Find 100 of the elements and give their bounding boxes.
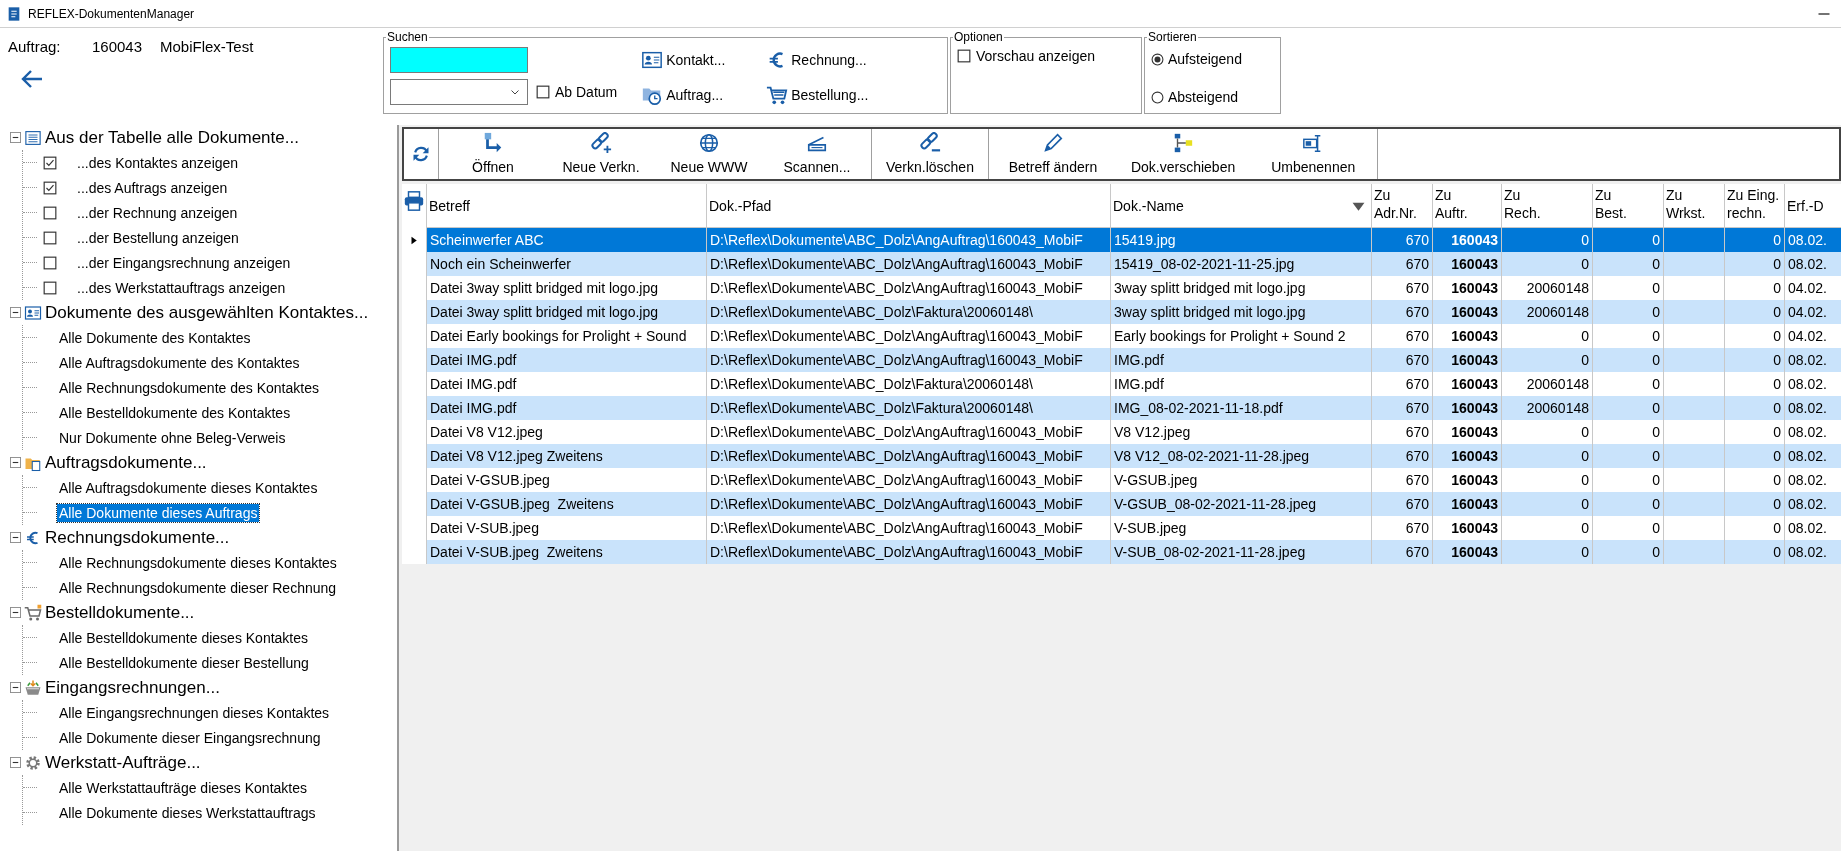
tree-item[interactable]: ...der Bestellung anzeigen xyxy=(75,228,241,247)
toolbar-button[interactable]: Dok.verschieben xyxy=(1116,129,1250,179)
tree-item[interactable]: Alle Dokumente des Kontaktes xyxy=(57,328,253,347)
tree-item[interactable]: Nur Dokumente ohne Beleg-Verweis xyxy=(57,428,288,447)
toolbar-button[interactable]: Neue WWW xyxy=(655,129,763,179)
collapse-icon[interactable] xyxy=(10,682,21,693)
toolbar-button[interactable]: Betreff ändern xyxy=(988,129,1117,179)
tree-item[interactable]: Alle Bestelldokumente dieser Bestellung xyxy=(57,653,311,672)
collapse-icon[interactable] xyxy=(10,307,21,318)
tree-item[interactable]: Alle Dokumente dieses Auftrags xyxy=(57,503,260,522)
radio-button[interactable] xyxy=(1151,52,1164,66)
radio-label: Absteigend xyxy=(1168,89,1239,105)
table-row[interactable]: Datei IMG.pdf D:\Reflex\Dokumente\ABC_Dolz\Faktura\20060148\ IMG_08-02-2021-11-18.pdf 670 160043 20060148 0 0 08.02. xyxy=(402,396,1841,420)
refresh-icon xyxy=(411,144,431,164)
column-header[interactable]: Dok.-Pfad xyxy=(707,184,1111,228)
tree-item[interactable]: Alle Dokumente dieses Werkstattauftrags xyxy=(57,803,318,822)
basket-icon xyxy=(24,678,42,697)
column-header[interactable]: Zu Auftr. xyxy=(1433,184,1502,228)
checkbox[interactable] xyxy=(43,155,57,170)
table-row[interactable]: Scheinwerfer ABC D:\Reflex\Dokumente\ABC_Dolz\AngAuftrag\160043_MobiF 15419.jpg 670 160043 0 0 0 08.02. xyxy=(402,228,1841,252)
toolbar-button[interactable]: Neue Verkn. xyxy=(547,129,655,179)
tree-item[interactable]: Alle Rechnungsdokumente dieser Rechnung xyxy=(57,578,339,597)
tree-move-icon xyxy=(1172,132,1195,154)
table-row[interactable]: Datei Early bookings for Prolight + Sound D:\Reflex\Dokumente\ABC_Dolz\AngAuftrag\160043_MobiF Early bookings for Prolight + Sound 2 670 160043 0 0 0 04.02. xyxy=(402,324,1841,348)
tree-item[interactable]: Alle Eingangsrechnungen dieses Kontaktes xyxy=(57,703,332,722)
column-header[interactable]: Zu Wrkst. xyxy=(1664,184,1725,228)
tree-node[interactable]: Werkstatt-Aufträge... xyxy=(45,752,201,773)
column-header[interactable]: Betreff xyxy=(427,184,707,228)
checkbox[interactable] xyxy=(43,205,57,220)
cart-icon xyxy=(24,603,42,622)
tree-item[interactable]: ...des Kontaktes anzeigen xyxy=(75,153,241,172)
table-row[interactable]: Datei V8 V12.jpeg Zweitens D:\Reflex\Dokumente\ABC_Dolz\AngAuftrag\160043_MobiF V8 V12_08-02-2021-11-28.jpeg 670 160043 0 0 0 08.02. xyxy=(402,444,1841,468)
checkbox[interactable] xyxy=(536,85,550,99)
checkbox[interactable] xyxy=(43,280,57,295)
tree-node[interactable]: Eingangsrechnungen... xyxy=(45,677,220,698)
tree-item[interactable]: Alle Bestelldokumente des Kontaktes xyxy=(57,403,293,422)
column-header[interactable]: Zu Adr.Nr. xyxy=(1372,184,1433,228)
cart-icon xyxy=(766,84,789,107)
table-row[interactable]: Datei IMG.pdf D:\Reflex\Dokumente\ABC_Dolz\Faktura\20060148\ IMG.pdf 670 160043 20060148 0 0 08.02. xyxy=(402,372,1841,396)
tree-node[interactable]: Bestelldokumente... xyxy=(45,602,195,623)
tree-item[interactable]: Alle Rechnungsdokumente des Kontaktes xyxy=(57,378,321,397)
collapse-icon[interactable] xyxy=(10,457,21,468)
table-row[interactable]: Datei 3way splitt bridged mit logo.jpg D:\Reflex\Dokumente\ABC_Dolz\AngAuftrag\160043_MobiF 3way splitt bridged mit logo.jpg 670 160043 20060148 0 0 04.02. xyxy=(402,276,1841,300)
checkbox[interactable] xyxy=(43,180,57,195)
filter-button[interactable]: Kontakt... xyxy=(639,46,765,74)
gear-icon xyxy=(24,753,42,772)
group-title: Sortieren xyxy=(1147,30,1198,44)
toolbar-button[interactable]: Umbenennen xyxy=(1249,129,1378,179)
tree-node[interactable]: Aus der Tabelle alle Dokumente... xyxy=(45,127,299,148)
table-row[interactable]: Datei IMG.pdf D:\Reflex\Dokumente\ABC_Dolz\AngAuftrag\160043_MobiF IMG.pdf 670 160043 0 0 0 08.02. xyxy=(402,348,1841,372)
group-title: Optionen xyxy=(953,30,1004,44)
tree-item[interactable]: ...der Eingangsrechnung anzeigen xyxy=(75,253,293,272)
collapse-icon[interactable] xyxy=(10,532,21,543)
link-plus-icon xyxy=(590,132,612,154)
list-icon xyxy=(24,128,42,147)
table-row[interactable]: Datei V-GSUB.jpeg Zweitens D:\Reflex\Dokumente\ABC_Dolz\AngAuftrag\160043_MobiF V-GSUB_08-02-2021-11-28.jpeg 670 160043 0 0 0 08.02. xyxy=(402,492,1841,516)
table-row[interactable]: Datei V-GSUB.jpeg D:\Reflex\Dokumente\ABC_Dolz\AngAuftrag\160043_MobiF V-GSUB.jpeg 670 160043 0 0 0 08.02. xyxy=(402,468,1841,492)
column-header[interactable]: Zu Eing. rechn. xyxy=(1725,184,1785,228)
tree-item[interactable]: Alle Dokumente dieser Eingangsrechnung xyxy=(57,728,323,747)
table-row[interactable]: Datei V-SUB.jpeg D:\Reflex\Dokumente\ABC_Dolz\AngAuftrag\160043_MobiF V-SUB.jpeg 670 160043 0 0 0 08.02. xyxy=(402,516,1841,540)
tree-item[interactable]: Alle Rechnungsdokumente dieses Kontaktes xyxy=(57,553,339,572)
filter-button[interactable]: Auftrag... xyxy=(639,81,765,109)
tree-item[interactable]: ...des Auftrags anzeigen xyxy=(75,178,230,197)
link-minus-icon xyxy=(918,132,941,154)
tree-item[interactable]: ...des Werkstattauftrags anzeigen xyxy=(75,278,288,297)
toolbar-button[interactable]: Öffnen xyxy=(439,129,547,179)
table-row[interactable]: Datei V8 V12.jpeg D:\Reflex\Dokumente\ABC_Dolz\AngAuftrag\160043_MobiF V8 V12.jpeg 670 160043 0 0 0 08.02. xyxy=(402,420,1841,444)
radio-button[interactable] xyxy=(1151,90,1164,104)
tree-item[interactable]: Alle Auftragsdokumente dieses Kontaktes xyxy=(57,478,320,497)
table-row[interactable]: Datei V-SUB.jpeg Zweitens D:\Reflex\Dokumente\ABC_Dolz\AngAuftrag\160043_MobiF V-SUB_08-02-2021-11-28.jpeg 670 160043 0 0 0 08.02. xyxy=(402,540,1841,564)
filter-button[interactable]: Bestellung... xyxy=(764,81,895,109)
collapse-icon[interactable] xyxy=(10,757,21,768)
tree-item[interactable]: Alle Auftragsdokumente des Kontaktes xyxy=(57,353,302,372)
printer-icon[interactable] xyxy=(403,190,425,212)
table-row[interactable]: Noch ein Scheinwerfer D:\Reflex\Dokumente\ABC_Dolz\AngAuftrag\160043_MobiF 15419_08-02-2021-11-25.jpg 670 160043 0 0 0 08.02. xyxy=(402,252,1841,276)
filter-button[interactable]: Rechnung... xyxy=(764,46,895,74)
column-header[interactable]: Zu Best. xyxy=(1593,184,1664,228)
group-title: Suchen xyxy=(386,30,429,44)
toolbar-button[interactable]: Scannen... xyxy=(763,129,871,179)
tree-item[interactable]: Alle Bestelldokumente dieses Kontaktes xyxy=(57,628,311,647)
table-row[interactable]: Datei 3way splitt bridged mit logo.jpg D:\Reflex\Dokumente\ABC_Dolz\Faktura\20060148\ 3way splitt bridged mit logo.jpg 670 160043 20060148 0 0 04.02. xyxy=(402,300,1841,324)
tree-item[interactable]: Alle Werkstattaufträge dieses Kontaktes xyxy=(57,778,309,797)
tree-node[interactable]: Rechnungsdokumente... xyxy=(45,527,230,548)
collapse-icon[interactable] xyxy=(10,607,21,618)
column-header[interactable]: Dok.-Name xyxy=(1111,184,1372,228)
column-header[interactable]: Zu Rech. xyxy=(1502,184,1593,228)
collapse-icon[interactable] xyxy=(10,132,21,143)
checkbox[interactable] xyxy=(957,49,971,63)
order-label: Auftrag: xyxy=(8,38,62,55)
checkbox[interactable] xyxy=(43,255,57,270)
checkbox[interactable] xyxy=(43,230,57,245)
tree-node[interactable]: Dokumente des ausgewählten Kontaktes... xyxy=(45,302,369,323)
document-icon xyxy=(6,5,22,22)
date-dropdown[interactable] xyxy=(390,79,528,105)
open-arrow-icon xyxy=(482,132,504,154)
checkbox-label: Ab Datum xyxy=(555,84,618,100)
search-field[interactable] xyxy=(390,47,528,73)
tree-node[interactable]: Auftragsdokumente... xyxy=(45,452,207,473)
toolbar-button[interactable]: Verkn.löschen xyxy=(872,129,988,179)
tree-item[interactable]: ...der Rechnung anzeigen xyxy=(75,203,240,222)
